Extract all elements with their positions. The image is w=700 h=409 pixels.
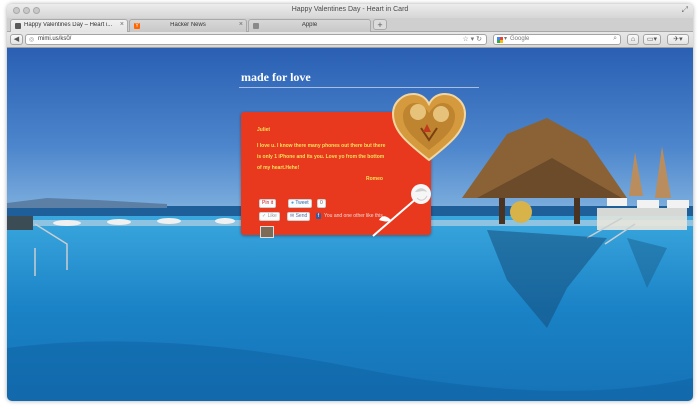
tweet-label: Tweet: [295, 200, 309, 206]
twitter-icon: ●: [291, 200, 295, 206]
like-label: Like: [267, 213, 277, 219]
url-text[interactable]: mimi.us/ks0/: [38, 36, 71, 42]
sender-avatar: [260, 226, 274, 238]
like-button[interactable]: ✓ Like: [259, 212, 280, 221]
tab-label: Happy Valentines Day – Heart i...: [24, 22, 113, 28]
page-content: made for love Juliet I love u. I know th…: [7, 48, 693, 401]
send-button[interactable]: ✉ Send: [287, 212, 311, 221]
pin-it-button[interactable]: Pin it: [259, 199, 277, 208]
rose-icon: [372, 184, 431, 237]
browser-window: Happy Valentines Day - Heart in Card ⤢ H…: [7, 4, 693, 401]
search-placeholder: Google: [510, 36, 530, 42]
card-recipient: Juliet: [257, 127, 271, 133]
heart-decoration-icon: [391, 92, 467, 162]
tab-apple[interactable]: Apple: [248, 19, 371, 32]
pin-it-label: Pin it: [262, 200, 274, 206]
bookmark-star-icon[interactable]: ☆ ▾ ↻: [462, 35, 482, 43]
page-title: made for love: [241, 70, 311, 84]
magnifier-icon[interactable]: ⌕: [613, 35, 617, 43]
search-dropdown-icon[interactable]: ▾: [504, 35, 507, 42]
home-button[interactable]: ⌂: [627, 34, 639, 45]
new-tab-button[interactable]: +: [373, 19, 387, 30]
tweet-button[interactable]: ● Tweet: [288, 199, 312, 208]
page-icon: [15, 23, 21, 29]
tools-button[interactable]: ✈▾: [667, 34, 689, 45]
navigation-bar: ◀ ◎ mimi.us/ks0/ ☆ ▾ ↻ ▾ Google ⌕ ⌂ ▭▾ ✈…: [7, 32, 693, 48]
tab-label: Hacker News: [170, 22, 206, 28]
thumb-icon: ✓: [262, 213, 267, 219]
address-bar[interactable]: ◎ mimi.us/ks0/ ☆ ▾ ↻: [25, 34, 487, 45]
search-field[interactable]: ▾ Google ⌕: [493, 34, 621, 45]
title-divider: [239, 87, 479, 88]
send-label: Send: [295, 213, 308, 219]
card-message: I love u. I know there many phones out t…: [257, 143, 386, 171]
envelope-icon: ✉: [290, 213, 295, 219]
title-bar: Happy Valentines Day - Heart in Card ⤢: [7, 4, 693, 18]
facebook-icon: f: [316, 213, 321, 219]
tab-label: Apple: [301, 22, 318, 28]
google-icon: [497, 37, 503, 43]
tab-bar: Happy Valentines Day – Heart i... × Y Ha…: [7, 18, 693, 32]
fullscreen-icon[interactable]: ⤢: [682, 5, 688, 15]
window-title: Happy Valentines Day - Heart in Card: [291, 6, 409, 13]
tab-close-icon[interactable]: ×: [239, 21, 243, 28]
sidebar-button[interactable]: ▭▾: [643, 34, 661, 45]
tweet-count: 0: [317, 199, 326, 208]
tab-hacker-news[interactable]: Y Hacker News ×: [129, 19, 247, 32]
globe-icon: ◎: [29, 37, 35, 43]
tab-close-icon[interactable]: ×: [120, 21, 124, 28]
back-button[interactable]: ◀: [10, 34, 23, 45]
tab-valentines[interactable]: Happy Valentines Day – Heart i... ×: [10, 19, 128, 32]
